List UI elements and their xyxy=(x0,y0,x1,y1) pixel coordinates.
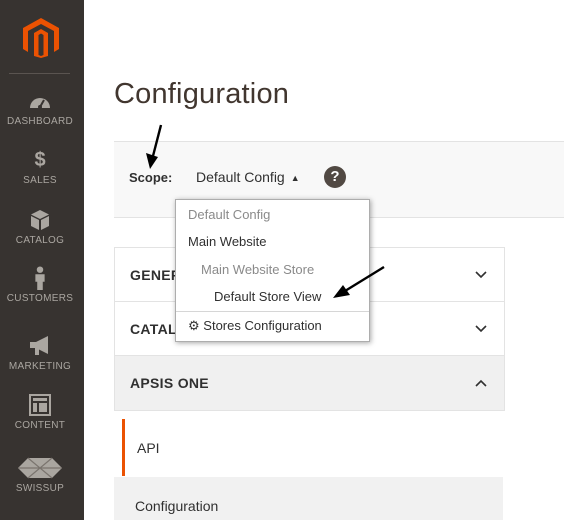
section-apsis-one[interactable]: APSIS ONE xyxy=(114,355,505,411)
sidebar-item-swissup[interactable]: SWISSUP xyxy=(0,456,80,494)
scope-switcher[interactable]: Default Config ▲ xyxy=(196,169,300,185)
person-icon xyxy=(35,266,45,290)
scope-dropdown: Default Config Main Website Main Website… xyxy=(175,199,370,342)
gear-icon: ⚙ xyxy=(188,318,200,333)
sidebar-item-label: CONTENT xyxy=(14,420,66,431)
scope-current-value: Default Config xyxy=(196,169,285,185)
sidebar-item-label: CATALOG xyxy=(15,235,65,246)
swissup-logo-icon xyxy=(18,457,62,479)
megaphone-icon xyxy=(30,336,48,355)
sidebar-item-dashboard[interactable]: DASHBOARD xyxy=(0,89,80,127)
sidebar-item-label: SWISSUP xyxy=(15,483,65,494)
dollar-icon: $ xyxy=(34,149,46,171)
scope-option-default-store-view[interactable]: Default Store View xyxy=(214,289,321,304)
stores-configuration-link[interactable]: ⚙ Stores Configuration xyxy=(188,318,322,334)
sidebar-item-sales[interactable]: $ SALES xyxy=(0,148,80,186)
page-title: Configuration xyxy=(114,78,290,110)
dropdown-divider xyxy=(176,311,369,312)
chevron-down-icon xyxy=(475,271,487,279)
logo-divider xyxy=(9,73,70,74)
admin-sidebar: DASHBOARD $ SALES CATALOG CUSTOMERS MARK… xyxy=(0,0,84,520)
subtab-api[interactable]: API xyxy=(122,419,503,476)
box-icon xyxy=(31,210,49,230)
sidebar-item-marketing[interactable]: MARKETING xyxy=(0,334,80,372)
scope-option-default-config: Default Config xyxy=(188,207,271,222)
sidebar-item-label: CUSTOMERS xyxy=(6,293,74,304)
stores-configuration-label: Stores Configuration xyxy=(203,318,322,333)
subtab-configuration[interactable]: Configuration xyxy=(114,477,503,520)
subtab-label: API xyxy=(137,440,160,456)
caret-up-icon: ▲ xyxy=(290,173,300,183)
section-title: APSIS ONE xyxy=(130,375,209,391)
sidebar-item-customers[interactable]: CUSTOMERS xyxy=(0,266,80,304)
chevron-up-icon xyxy=(475,379,487,387)
sidebar-item-catalog[interactable]: CATALOG xyxy=(0,208,80,246)
subtab-label: Configuration xyxy=(135,498,219,514)
help-icon[interactable]: ? xyxy=(324,166,346,188)
sidebar-item-label: MARKETING xyxy=(8,361,72,372)
sidebar-item-label: SALES xyxy=(23,175,57,186)
magento-logo-icon[interactable] xyxy=(22,18,60,58)
scope-option-main-website[interactable]: Main Website xyxy=(188,234,267,249)
chevron-down-icon xyxy=(475,325,487,333)
scope-label: Scope: xyxy=(129,170,173,185)
scope-option-main-website-store: Main Website Store xyxy=(201,262,315,277)
sidebar-item-label: DASHBOARD xyxy=(6,116,74,127)
sidebar-item-content[interactable]: CONTENT xyxy=(0,393,80,431)
layout-icon xyxy=(29,394,51,416)
speedometer-icon xyxy=(30,98,50,109)
